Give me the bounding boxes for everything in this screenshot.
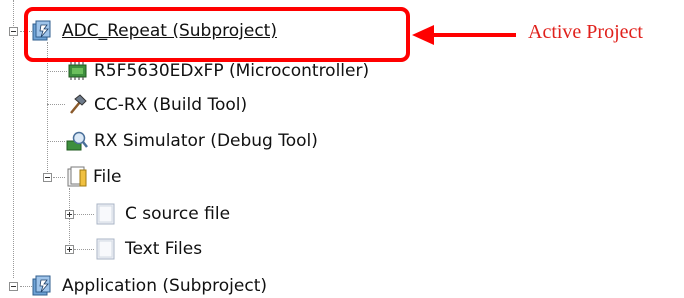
collapse-toggle-adc-repeat[interactable] <box>9 27 18 36</box>
tree-line <box>47 141 65 142</box>
tree-line <box>47 104 65 105</box>
tree-node-file[interactable]: File <box>66 163 166 189</box>
active-project-highlight <box>24 7 410 62</box>
arrow-left-icon <box>412 25 516 45</box>
file-folder-icon <box>67 166 87 187</box>
microcontroller-chip-icon <box>68 62 87 80</box>
node-label: C source file <box>125 204 231 224</box>
tree-node-c-source-file[interactable]: C source file <box>94 200 294 226</box>
tree-line <box>47 42 48 176</box>
tree-line <box>20 286 32 287</box>
tree-node-application-subproject[interactable]: Application (Subproject) <box>32 272 342 298</box>
node-label: CC-RX (Build Tool) <box>94 95 248 115</box>
expand-toggle-c-source-file[interactable] <box>65 210 74 219</box>
node-label: R5F5630EDxFP (Microcontroller) <box>94 61 370 81</box>
node-label: File <box>93 167 122 187</box>
active-project-annotation: Active Project <box>528 21 643 43</box>
collapse-toggle-application[interactable] <box>9 282 18 291</box>
subproject-icon <box>32 275 51 296</box>
tree-line <box>47 71 67 72</box>
tree-node-build-tool[interactable]: CC-RX (Build Tool) <box>66 91 286 117</box>
tree-line <box>74 214 94 215</box>
tree-node-text-files[interactable]: Text Files <box>94 235 274 261</box>
category-folder-icon <box>96 203 115 225</box>
expand-toggle-text-files[interactable] <box>65 245 74 254</box>
simulator-magnifier-icon <box>66 131 88 151</box>
tree-node-debug-tool[interactable]: RX Simulator (Debug Tool) <box>66 127 356 153</box>
project-tree: ADC_Repeat (Subproject) R5F5630EDxFP (Mi… <box>0 0 684 296</box>
node-label: RX Simulator (Debug Tool) <box>94 131 318 151</box>
node-label: Text Files <box>125 239 203 259</box>
tree-line <box>53 177 65 178</box>
node-label: Application (Subproject) <box>62 276 268 296</box>
tree-line <box>74 249 94 250</box>
tree-line <box>13 0 14 278</box>
category-folder-icon <box>96 238 115 260</box>
collapse-toggle-file[interactable] <box>43 173 52 182</box>
hammer-icon <box>70 94 87 114</box>
